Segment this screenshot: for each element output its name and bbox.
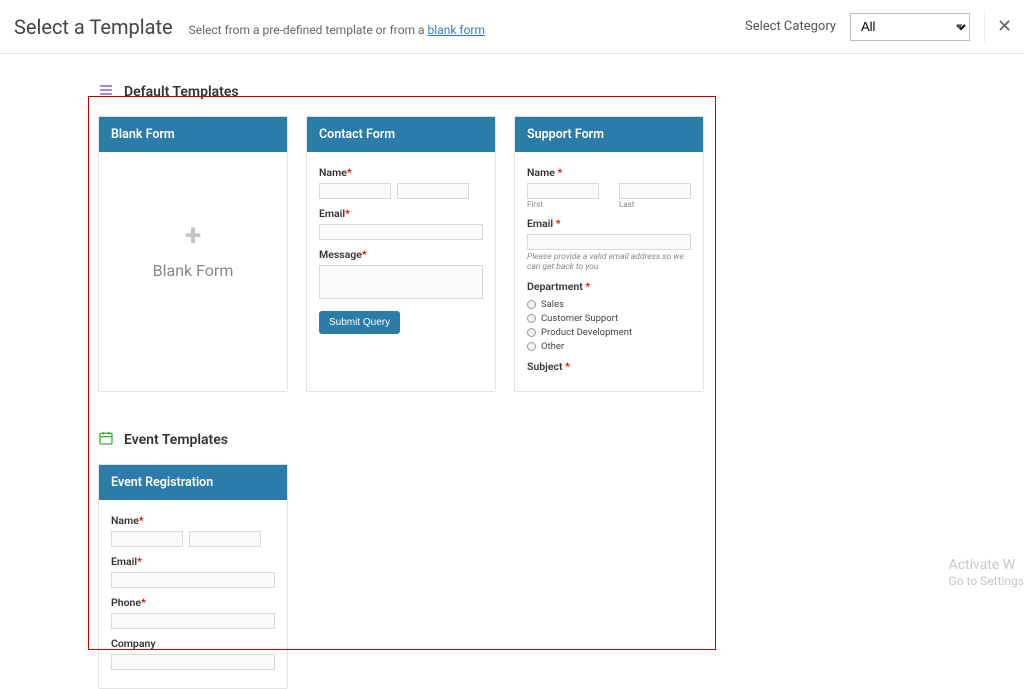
contact-name-label: Name* [319,166,483,179]
page-subtitle: Select from a pre-defined template or fr… [189,23,485,37]
event-company-input[interactable] [111,654,275,670]
event-templates-title: Event Templates [124,432,228,448]
last-sublabel: Last [619,200,691,209]
header-bar: Select a Template Select from a pre-defi… [0,0,1024,54]
required-asterisk: * [557,166,562,179]
content-viewport: Default Templates Blank Form + Blank For… [0,54,1024,689]
event-phone-label: Phone* [111,596,275,609]
contact-email-label: Email* [319,207,483,220]
close-icon[interactable]: ✕ [984,10,1024,43]
header-left: Select a Template Select from a pre-defi… [14,15,485,39]
support-email-help: Please provide a valid email address so … [527,252,691,272]
card-title-contact: Contact Form [307,117,495,152]
category-select-wrap: All ▼ [850,13,970,41]
card-title-event-reg: Event Registration [99,465,287,500]
plus-icon: + [185,221,201,251]
calendar-icon [98,430,114,450]
blank-form-link[interactable]: blank form [428,23,485,37]
card-body-blank: + Blank Form [99,152,287,352]
category-select[interactable]: All [850,13,970,41]
support-last-name-input[interactable] [619,183,691,199]
page-title: Select a Template [14,15,173,39]
radio-icon [527,314,536,323]
radio-icon [527,342,536,351]
template-card-event-reg[interactable]: Event Registration Name* Email* Phone* C… [98,464,288,689]
card-title-support: Support Form [515,117,703,152]
radio-icon [527,300,536,309]
template-card-contact[interactable]: Contact Form Name* Email* Message* Submi… [306,116,496,392]
event-company-label: Company [111,637,275,650]
card-body-event-reg: Name* Email* Phone* Company [99,500,287,688]
default-templates-cards: Blank Form + Blank Form Contact Form Nam… [88,110,1024,392]
event-email-label: Email* [111,555,275,568]
blank-form-label: Blank Form [153,261,234,280]
required-asterisk: * [362,248,367,261]
first-sublabel: First [527,200,599,209]
contact-first-name-input[interactable] [319,183,391,199]
template-card-support[interactable]: Support Form Name * First Last Email * P… [514,116,704,392]
dept-option-cs[interactable]: Customer Support [527,313,691,324]
card-body-support: Name * First Last Email * Please provide… [515,152,703,391]
event-first-name-input[interactable] [111,531,183,547]
required-asterisk: * [139,514,144,527]
default-templates-header: Default Templates [88,64,1024,110]
watermark-line1: Activate W [949,556,1024,574]
required-asterisk: * [137,555,142,568]
support-email-label: Email * [527,217,691,230]
event-email-input[interactable] [111,572,275,588]
contact-message-textarea[interactable] [319,265,483,299]
dept-option-other[interactable]: Other [527,341,691,352]
dept-radio-group: Sales Customer Support Product Developme… [527,299,691,352]
subtitle-text: Select from a pre-defined template or fr… [189,23,428,37]
support-dept-label: Department * [527,280,691,293]
event-templates-cards: Event Registration Name* Email* Phone* C… [88,458,1024,689]
card-title-blank: Blank Form [99,117,287,152]
card-body-contact: Name* Email* Message* Submit Query [307,152,495,352]
contact-last-name-input[interactable] [397,183,469,199]
radio-icon [527,328,536,337]
default-templates-title: Default Templates [124,84,239,100]
support-first-name-input[interactable] [527,183,599,199]
dept-option-pd[interactable]: Product Development [527,327,691,338]
support-email-input[interactable] [527,234,691,250]
event-templates-header: Event Templates [88,412,1024,458]
required-asterisk: * [347,166,352,179]
support-name-label: Name * [527,166,691,179]
contact-email-input[interactable] [319,224,483,240]
required-asterisk: * [345,207,350,220]
event-phone-input[interactable] [111,613,275,629]
contact-message-label: Message* [319,248,483,261]
windows-watermark: Activate W Go to Settings [949,556,1024,590]
header-right: Select Category All ▼ ✕ [745,10,1024,43]
required-asterisk: * [141,596,146,609]
support-subject-label: Subject * [527,360,691,373]
event-name-label: Name* [111,514,275,527]
dept-option-sales[interactable]: Sales [527,299,691,310]
required-asterisk: * [565,360,570,373]
required-asterisk: * [556,217,561,230]
category-label: Select Category [745,19,836,34]
menu-icon [98,82,114,102]
watermark-line2: Go to Settings [949,574,1024,590]
required-asterisk: * [585,280,590,293]
template-card-blank[interactable]: Blank Form + Blank Form [98,116,288,392]
submit-query-button[interactable]: Submit Query [319,311,400,334]
event-last-name-input[interactable] [189,531,261,547]
